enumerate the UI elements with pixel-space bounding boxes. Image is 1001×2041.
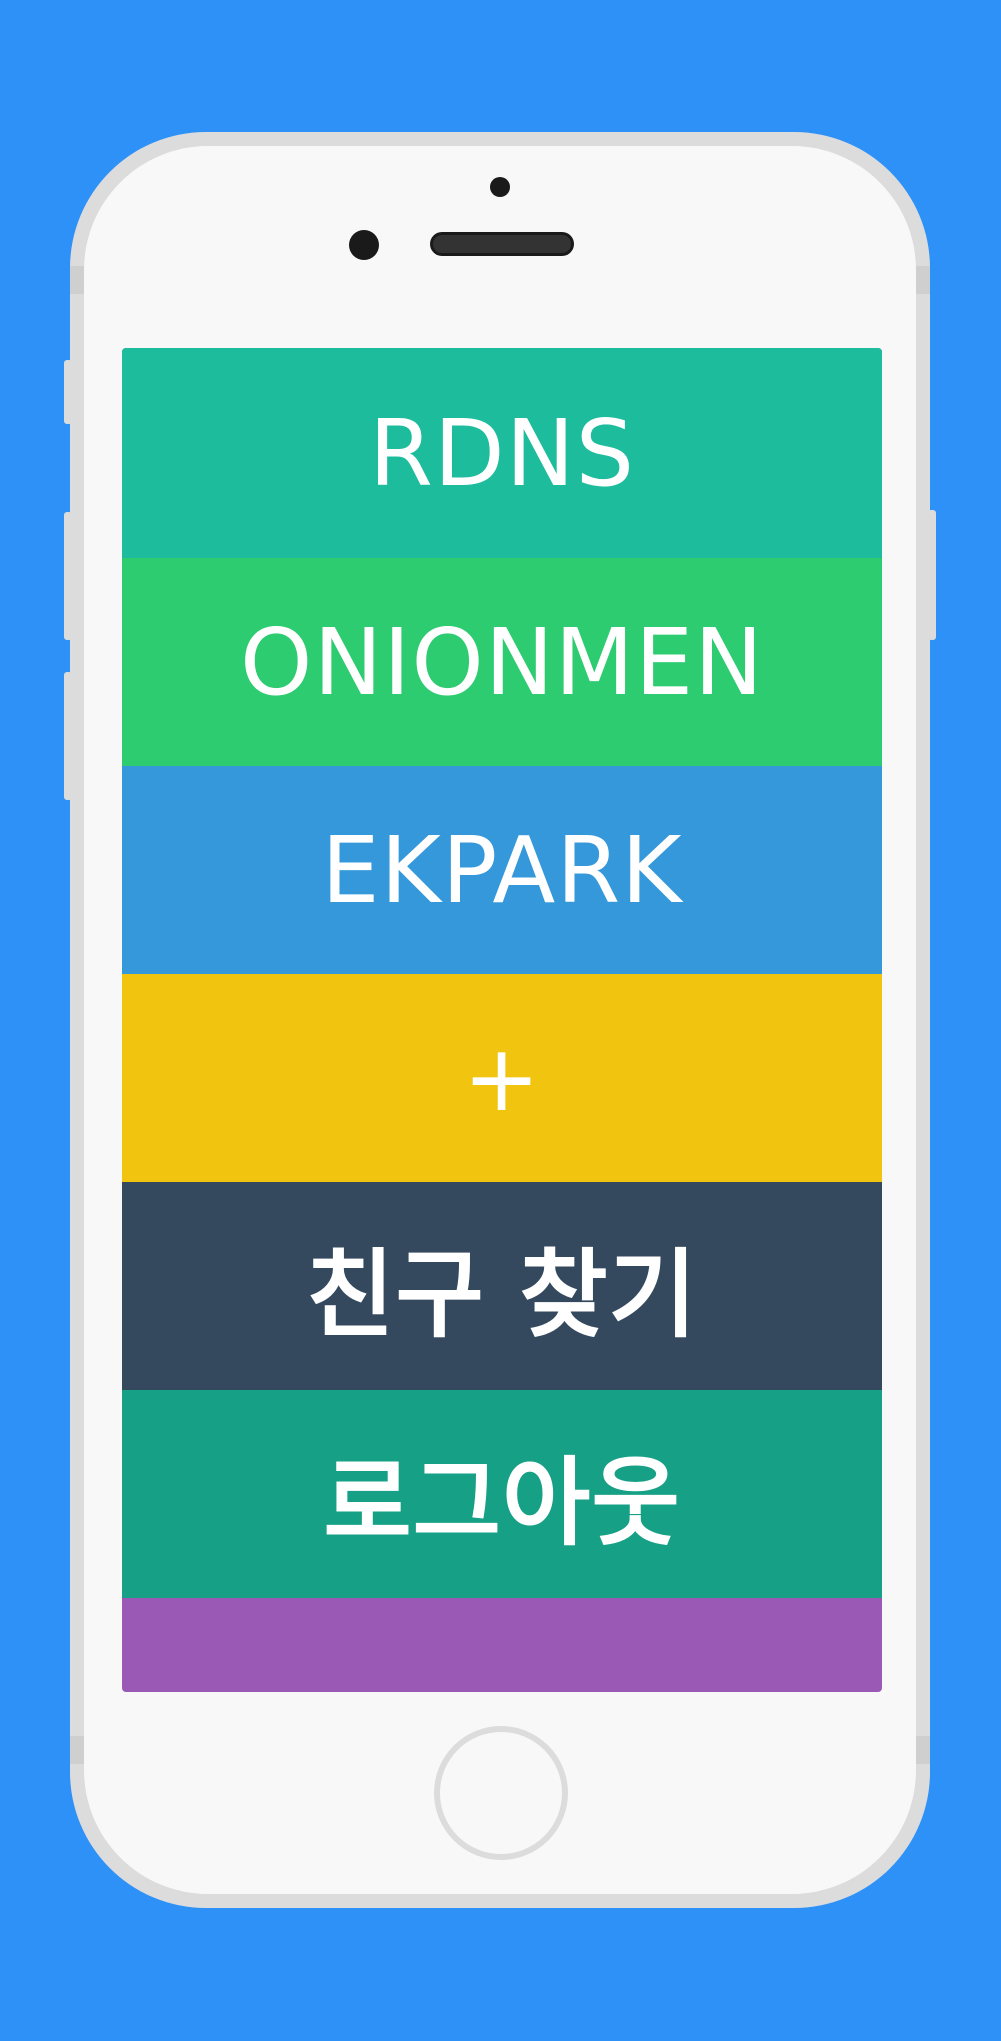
home-button[interactable] [434,1726,568,1860]
page-background: RDNS ONIONMEN EKPARK + 친구 찾기 로그아웃 [0,0,1001,2041]
phone-screen: RDNS ONIONMEN EKPARK + 친구 찾기 로그아웃 [122,348,882,1692]
antenna-band [70,1736,84,1764]
menu-item-rdns[interactable]: RDNS [122,348,882,558]
menu-item-ekpark[interactable]: EKPARK [122,766,882,974]
logout-button[interactable]: 로그아웃 [122,1390,882,1598]
antenna-band [916,1736,930,1764]
camera-icon [490,177,510,197]
earpiece-speaker [430,232,574,256]
speaker-grille [433,235,571,253]
front-camera-icon [349,230,379,260]
antenna-band [70,266,84,294]
antenna-band [916,266,930,294]
find-friends-button[interactable]: 친구 찾기 [122,1182,882,1390]
menu-item-onionmen[interactable]: ONIONMEN [122,558,882,766]
add-button[interactable]: + [122,974,882,1182]
